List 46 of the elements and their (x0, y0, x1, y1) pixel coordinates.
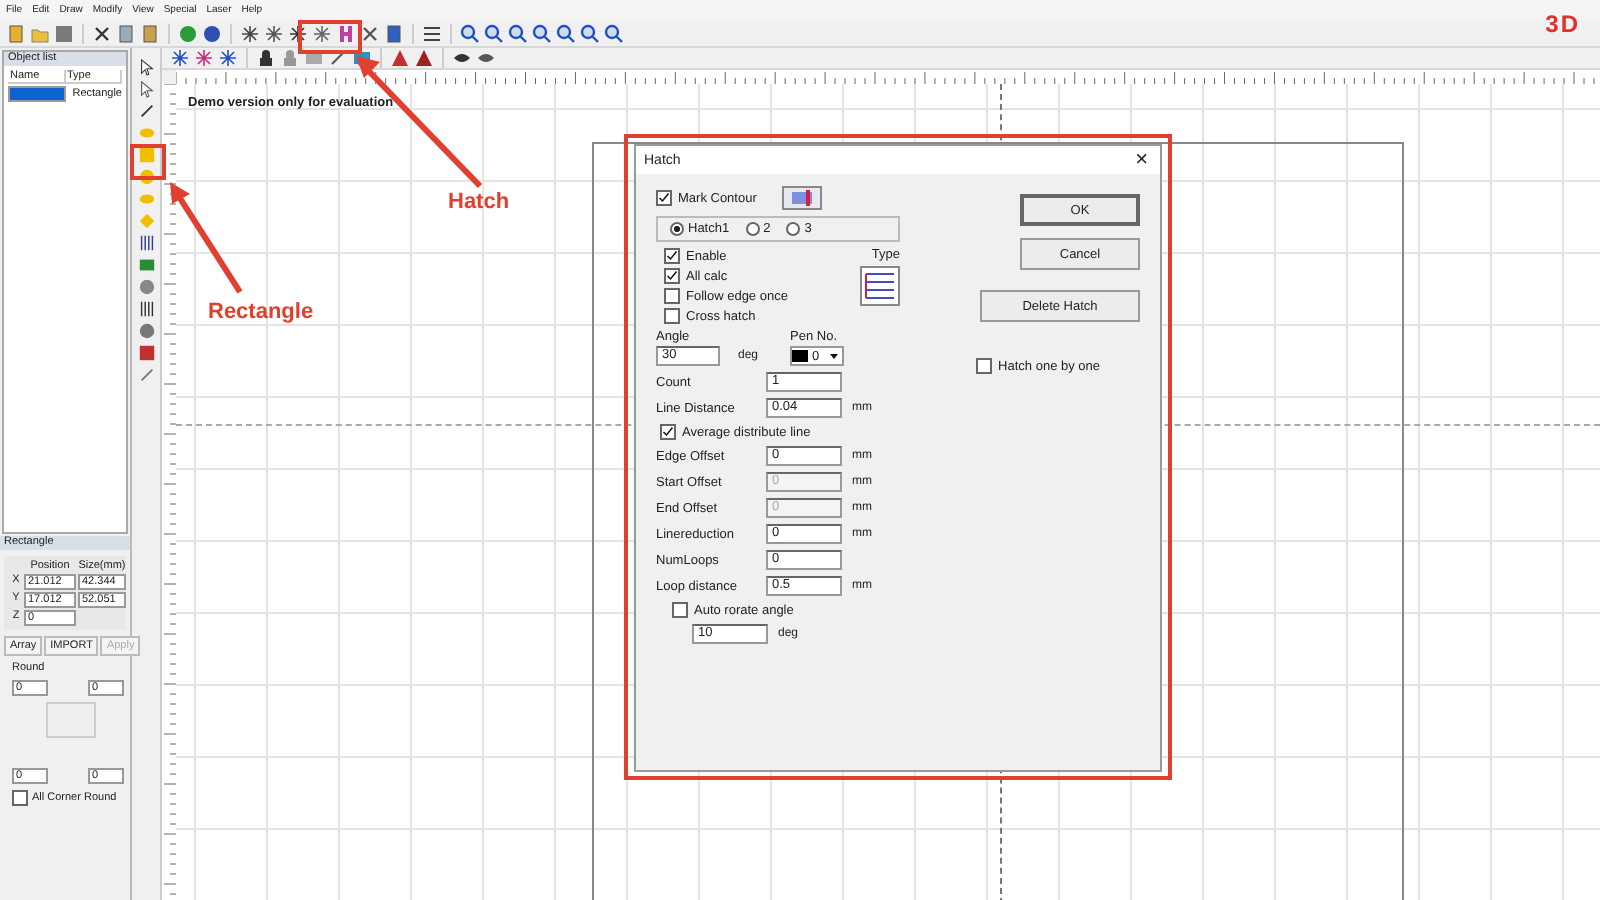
hatch-type-button[interactable] (860, 266, 900, 306)
pointer-icon[interactable] (137, 58, 155, 76)
dropdown-arrow-icon (827, 350, 840, 362)
cut-icon[interactable] (92, 23, 112, 43)
paste-icon[interactable] (140, 23, 160, 43)
image-icon[interactable] (137, 256, 155, 274)
select-icon[interactable] (170, 48, 190, 68)
scissors-icon[interactable] (360, 23, 380, 43)
select-icon[interactable] (194, 48, 214, 68)
zoom-icon[interactable] (460, 23, 480, 43)
corner-preview (46, 702, 96, 738)
zoom-icon[interactable] (604, 23, 624, 43)
zoom-icon[interactable] (484, 23, 504, 43)
eye-icon[interactable] (452, 48, 472, 68)
node-icon[interactable] (240, 23, 260, 43)
copy-icon[interactable] (116, 23, 136, 43)
document-icon[interactable] (384, 23, 404, 43)
hatch-icon[interactable] (336, 23, 356, 43)
contour-color-button[interactable] (780, 186, 825, 210)
check-icon (658, 192, 670, 204)
annotation-label: Rectangle (208, 300, 314, 324)
arrow (170, 182, 243, 294)
highlight-frame (298, 20, 362, 54)
line-icon[interactable] (137, 102, 155, 120)
zoom-icon[interactable] (580, 23, 600, 43)
logo: 3D (1545, 10, 1580, 38)
eye-icon[interactable] (476, 48, 496, 68)
circle-icon[interactable] (202, 23, 222, 43)
node-icon[interactable] (288, 23, 308, 43)
circle-icon[interactable] (178, 23, 198, 43)
zoom-icon[interactable] (532, 23, 552, 43)
circle-icon[interactable] (137, 168, 155, 186)
save-icon[interactable] (54, 23, 74, 43)
node-icon[interactable] (264, 23, 284, 43)
zoom-icon[interactable] (556, 23, 576, 43)
barcode-icon[interactable] (137, 300, 155, 318)
close-button[interactable]: × (1131, 148, 1152, 172)
zoom-icon[interactable] (508, 23, 528, 43)
node-icon[interactable] (312, 23, 332, 43)
select-icon[interactable] (218, 48, 238, 68)
pen-icon[interactable] (328, 48, 348, 68)
check-icon (662, 426, 674, 438)
new-icon[interactable] (6, 23, 26, 43)
annotation-label: Hatch (448, 190, 510, 214)
highlight-frame (130, 144, 166, 180)
node-pointer-icon[interactable] (137, 80, 155, 98)
